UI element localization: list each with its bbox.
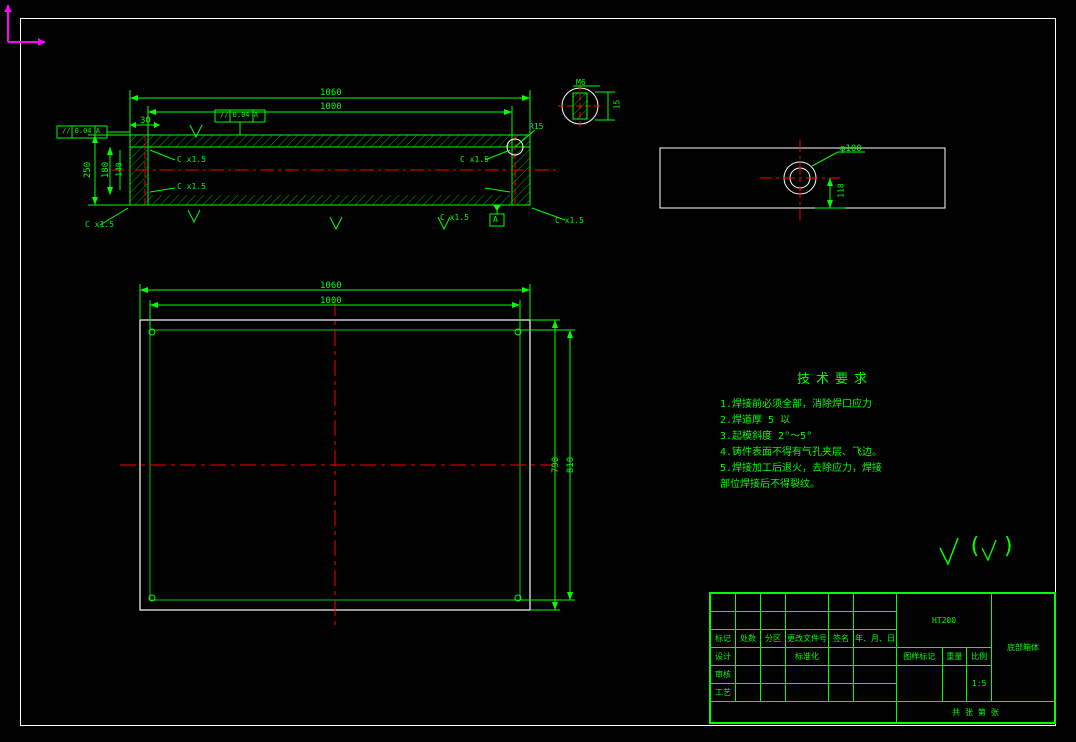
chamfer-4: C x1.5 [460, 155, 489, 164]
tb-scale-v: 1:5 [967, 666, 992, 702]
datum-a: A [493, 215, 498, 224]
chamfer-5: C x1.5 [177, 182, 206, 191]
tb-design: 设计 [711, 648, 736, 666]
svg-text:): ) [1002, 534, 1015, 559]
tech-line-2: 2.焊道厚 5 以 [720, 413, 950, 429]
plan-inner-w: 1000 [320, 296, 342, 306]
tb-h2: 处数 [736, 630, 761, 648]
tb-std: 标准化 [786, 648, 829, 666]
detail-dim: 15 [612, 100, 621, 110]
chamfer-1: C x1.5 [85, 220, 114, 229]
dim-inner-w: 1000 [320, 102, 342, 112]
tech-line-4: 4.铸件表面不得有气孔夹层、飞边。 [720, 445, 950, 461]
tb-partname: 底部箱体 [992, 594, 1055, 702]
tb-stage: 图样标记 [897, 648, 943, 666]
tech-line-6: 部位焊接后不得裂纹。 [720, 477, 950, 493]
svg-text:(: ( [968, 534, 981, 559]
dim-h2: 140 [115, 162, 124, 176]
tb-h6: 年、月、日 [854, 630, 897, 648]
drawing-canvas[interactable]: ( ) 1060 1000 30 250 180 140 R15 // 0.04… [0, 0, 1076, 742]
dim-left-offset: 30 [140, 116, 151, 126]
gdt-left: // 0.04 A [62, 127, 100, 135]
tech-title: 技术要求 [720, 370, 950, 391]
tb-h4: 更改文件号 [786, 630, 829, 648]
tb-partno: HT200 [897, 594, 992, 648]
tech-line-5: 5.焊接加工后退火，去除应力，焊接 [720, 461, 950, 477]
dim-h-outer: 250 [83, 162, 93, 178]
title-block: HT200 底部箱体 标记 处数 分区 更改文件号 签名 年、月、日 设计 标准… [709, 592, 1056, 724]
side-offset: 118 [837, 183, 846, 197]
tech-line-3: 3.起模斜度 2°～5° [720, 429, 950, 445]
dim-h1: 180 [101, 162, 111, 178]
tb-scale: 比例 [967, 648, 992, 666]
tech-line-1: 1.焊接前必须全部，消除焊口应力 [720, 397, 950, 413]
dia-label: φ100 [840, 144, 862, 154]
tb-h5: 签名 [829, 630, 854, 648]
plan-outer-h: 790 [551, 457, 561, 473]
tb-proc: 工艺 [711, 684, 736, 702]
tb-h3: 分区 [761, 630, 786, 648]
detail-label: M6 [576, 78, 586, 87]
plan-outer-w: 1060 [320, 281, 342, 291]
dim-overall-w: 1060 [320, 88, 342, 98]
tb-weight: 重量 [942, 648, 967, 666]
gdt-right: // 0.04 A [220, 111, 258, 119]
dim-r15: R15 [529, 122, 543, 131]
chamfer-6: C x1.5 [440, 213, 469, 222]
chamfer-3: C x1.5 [177, 155, 206, 164]
chamfer-2: C x1.5 [555, 216, 584, 225]
tb-check: 审核 [711, 666, 736, 684]
tech-requirements: 技术要求 1.焊接前必须全部，消除焊口应力 2.焊道厚 5 以 3.起模斜度 2… [720, 370, 950, 493]
tb-h1: 标记 [711, 630, 736, 648]
plan-inner-h: 810 [566, 457, 576, 473]
tb-sheet: 共 张 第 张 [897, 702, 1055, 723]
